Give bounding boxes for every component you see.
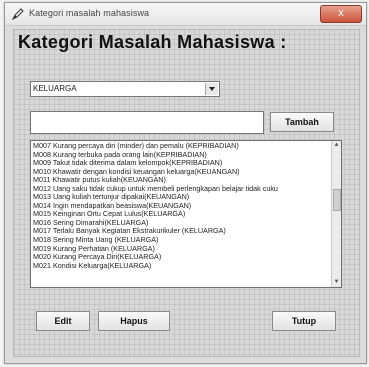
- problem-list: M007 Kurang percaya diri (minder) dan pe…: [33, 142, 331, 270]
- list-scrollbar[interactable]: ▲ ▼: [331, 141, 341, 287]
- list-item[interactable]: M008 Kurang terbuka pada orang lain(KEPR…: [33, 151, 331, 160]
- tambah-button[interactable]: Tambah: [270, 112, 334, 132]
- tutup-button[interactable]: Tutup: [272, 311, 336, 331]
- window-title: Kategori masalah mahasiswa: [29, 8, 150, 18]
- pen-icon: [11, 7, 25, 21]
- list-item[interactable]: M014 Ingin mendapatkan beasiswa(KEUANGAN…: [33, 202, 331, 211]
- list-item[interactable]: M009 Takut tidak diterima dalam kelompok…: [33, 159, 331, 168]
- list-item[interactable]: M020 Kurang Percaya Diri(KELUARGA): [33, 253, 331, 262]
- list-item[interactable]: M012 Uang saku tidak cukup untuk membeli…: [33, 185, 331, 194]
- edit-button[interactable]: Edit: [36, 311, 90, 331]
- arrow-down-icon[interactable]: ▼: [332, 278, 341, 287]
- chevron-down-icon: [209, 87, 215, 91]
- close-button[interactable]: x: [320, 5, 362, 23]
- arrow-up-icon[interactable]: ▲: [332, 141, 341, 150]
- category-select-value: KELUARGA: [33, 84, 77, 93]
- list-item[interactable]: M007 Kurang percaya diri (minder) dan pe…: [33, 142, 331, 151]
- list-item[interactable]: M011 Khawatir putus kuliah(KEUANGAN): [33, 176, 331, 185]
- list-item[interactable]: M013 Uang kuliah tertunjur dipakai(KEUAN…: [33, 193, 331, 202]
- category-select[interactable]: KELUARGA: [30, 81, 220, 97]
- list-item[interactable]: M015 Keinginan Ortu Cepat Lulus(KELUARGA…: [33, 210, 331, 219]
- page-title: Kategori Masalah Mahasiswa :: [18, 32, 287, 52]
- list-item[interactable]: M018 Sering Minta Uang (KELUARGA): [33, 236, 331, 245]
- dropdown-arrow-button[interactable]: [205, 83, 218, 95]
- problem-listbox[interactable]: M007 Kurang percaya diri (minder) dan pe…: [30, 140, 342, 288]
- list-item[interactable]: M010 Khawatir dengan kondisi keuangan ke…: [33, 168, 331, 177]
- list-item[interactable]: M016 Sering Dimarahi(KELUARGA): [33, 219, 331, 228]
- problem-input[interactable]: [30, 111, 264, 134]
- list-item[interactable]: M017 Terlalu Banyak Kegiatan Ekstrakurik…: [33, 227, 331, 236]
- hapus-button[interactable]: Hapus: [98, 311, 170, 331]
- list-item[interactable]: M019 Kurang Perhatian (KELUARGA): [33, 245, 331, 254]
- title-bar: Kategori masalah mahasiswa x: [5, 3, 366, 26]
- list-item[interactable]: M021 Kondisi Keluarga(KELUARGA): [33, 262, 331, 271]
- scroll-thumb[interactable]: [333, 189, 341, 211]
